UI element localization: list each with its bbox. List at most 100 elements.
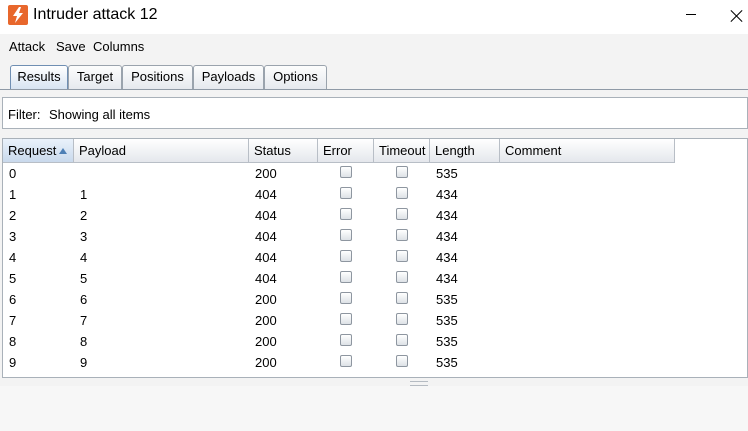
table-row[interactable]: 3 3 404 434 xyxy=(3,226,675,247)
timeout-checkbox[interactable] xyxy=(396,250,408,262)
cell-request: 7 xyxy=(9,313,17,328)
cell-request: 5 xyxy=(9,271,17,286)
error-checkbox[interactable] xyxy=(340,229,352,241)
timeout-checkbox[interactable] xyxy=(396,292,408,304)
error-checkbox[interactable] xyxy=(340,334,352,346)
cell-status: 200 xyxy=(255,313,277,328)
cell-length: 535 xyxy=(436,292,458,307)
cell-comment xyxy=(500,163,675,184)
cell-request: 2 xyxy=(9,208,17,223)
cell-payload: 6 xyxy=(80,292,88,307)
column-header-request[interactable]: Request xyxy=(3,139,74,163)
error-checkbox[interactable] xyxy=(340,250,352,262)
window-title: Intruder attack 12 xyxy=(33,6,158,23)
column-header-error[interactable]: Error xyxy=(318,139,374,163)
timeout-checkbox[interactable] xyxy=(396,313,408,325)
error-checkbox[interactable] xyxy=(340,313,352,325)
column-header-timeout[interactable]: Timeout xyxy=(374,139,430,163)
cell-status: 200 xyxy=(255,355,277,370)
error-checkbox[interactable] xyxy=(340,166,352,178)
table-row[interactable]: 2 2 404 434 xyxy=(3,205,675,226)
tab-strip: Results Target Positions Payloads Option… xyxy=(0,60,748,93)
column-header-length[interactable]: Length xyxy=(430,139,500,163)
tab-payloads[interactable]: Payloads xyxy=(193,65,264,89)
timeout-checkbox[interactable] xyxy=(396,229,408,241)
timeout-checkbox[interactable] xyxy=(396,208,408,220)
cell-payload: 7 xyxy=(80,313,88,328)
cell-status: 404 xyxy=(255,187,277,202)
timeout-checkbox[interactable] xyxy=(396,334,408,346)
bottom-pane xyxy=(0,386,748,431)
cell-request: 8 xyxy=(9,334,17,349)
table-row[interactable]: 5 5 404 434 xyxy=(3,268,675,289)
tab-target[interactable]: Target xyxy=(68,65,122,89)
menu-columns[interactable]: Columns xyxy=(93,39,144,54)
tab-options[interactable]: Options xyxy=(264,65,327,89)
cell-payload: 5 xyxy=(80,271,88,286)
cell-length: 434 xyxy=(436,187,458,202)
cell-payload: 4 xyxy=(80,250,88,265)
cell-status: 404 xyxy=(255,271,277,286)
minimize-icon[interactable] xyxy=(686,14,696,15)
error-checkbox[interactable] xyxy=(340,271,352,283)
timeout-checkbox[interactable] xyxy=(396,271,408,283)
table-row[interactable]: 1 1 404 434 xyxy=(3,184,675,205)
title-bar: Intruder attack 12 xyxy=(0,0,748,34)
table-row[interactable]: 8 8 200 535 xyxy=(3,331,675,352)
table-row[interactable]: 6 6 200 535 xyxy=(3,289,675,310)
table-row[interactable]: 7 7 200 535 xyxy=(3,310,675,331)
timeout-checkbox[interactable] xyxy=(396,355,408,367)
cell-comment xyxy=(500,247,675,268)
table-row[interactable]: 9 9 200 535 xyxy=(3,352,675,373)
cell-payload: 1 xyxy=(80,187,88,202)
cell-request: 9 xyxy=(9,355,17,370)
table-row[interactable]: 4 4 404 434 xyxy=(3,247,675,268)
cell-comment xyxy=(500,331,675,352)
cell-request: 6 xyxy=(9,292,17,307)
error-checkbox[interactable] xyxy=(340,187,352,199)
cell-length: 535 xyxy=(436,355,458,370)
error-checkbox[interactable] xyxy=(340,292,352,304)
cell-status: 200 xyxy=(255,166,277,181)
cell-length: 434 xyxy=(436,271,458,286)
cell-comment xyxy=(500,268,675,289)
cell-status: 404 xyxy=(255,208,277,223)
filter-label: Filter: xyxy=(8,107,41,122)
cell-status: 200 xyxy=(255,292,277,307)
timeout-checkbox[interactable] xyxy=(396,166,408,178)
cell-payload xyxy=(74,163,249,184)
filter-bar[interactable]: Filter: Showing all items xyxy=(2,97,748,129)
cell-request: 1 xyxy=(9,187,17,202)
tab-positions[interactable]: Positions xyxy=(122,65,193,89)
cell-status: 200 xyxy=(255,334,277,349)
burp-lightning-icon xyxy=(8,5,28,25)
cell-length: 535 xyxy=(436,334,458,349)
timeout-checkbox[interactable] xyxy=(396,187,408,199)
cell-comment xyxy=(500,184,675,205)
column-header-status[interactable]: Status xyxy=(249,139,318,163)
tab-results[interactable]: Results xyxy=(10,65,68,89)
cell-comment xyxy=(500,352,675,373)
error-checkbox[interactable] xyxy=(340,355,352,367)
tab-divider xyxy=(0,89,748,90)
cell-payload: 3 xyxy=(80,229,88,244)
cell-length: 535 xyxy=(436,313,458,328)
menu-attack[interactable]: Attack xyxy=(9,39,45,54)
column-header-payload[interactable]: Payload xyxy=(74,139,249,163)
column-header-comment[interactable]: Comment xyxy=(500,139,675,163)
cell-payload: 2 xyxy=(80,208,88,223)
error-checkbox[interactable] xyxy=(340,208,352,220)
cell-comment xyxy=(500,205,675,226)
sort-ascending-icon xyxy=(59,148,68,154)
cell-request: 0 xyxy=(9,166,17,181)
cell-length: 434 xyxy=(436,208,458,223)
cell-request: 4 xyxy=(9,250,17,265)
cell-status: 404 xyxy=(255,250,277,265)
cell-request: 3 xyxy=(9,229,17,244)
menu-save[interactable]: Save xyxy=(56,39,86,54)
column-header-label: Request xyxy=(8,143,57,158)
cell-length: 434 xyxy=(436,229,458,244)
close-icon[interactable] xyxy=(726,6,748,28)
cell-status: 404 xyxy=(255,229,277,244)
table-row[interactable]: 0 200 535 xyxy=(3,163,675,184)
